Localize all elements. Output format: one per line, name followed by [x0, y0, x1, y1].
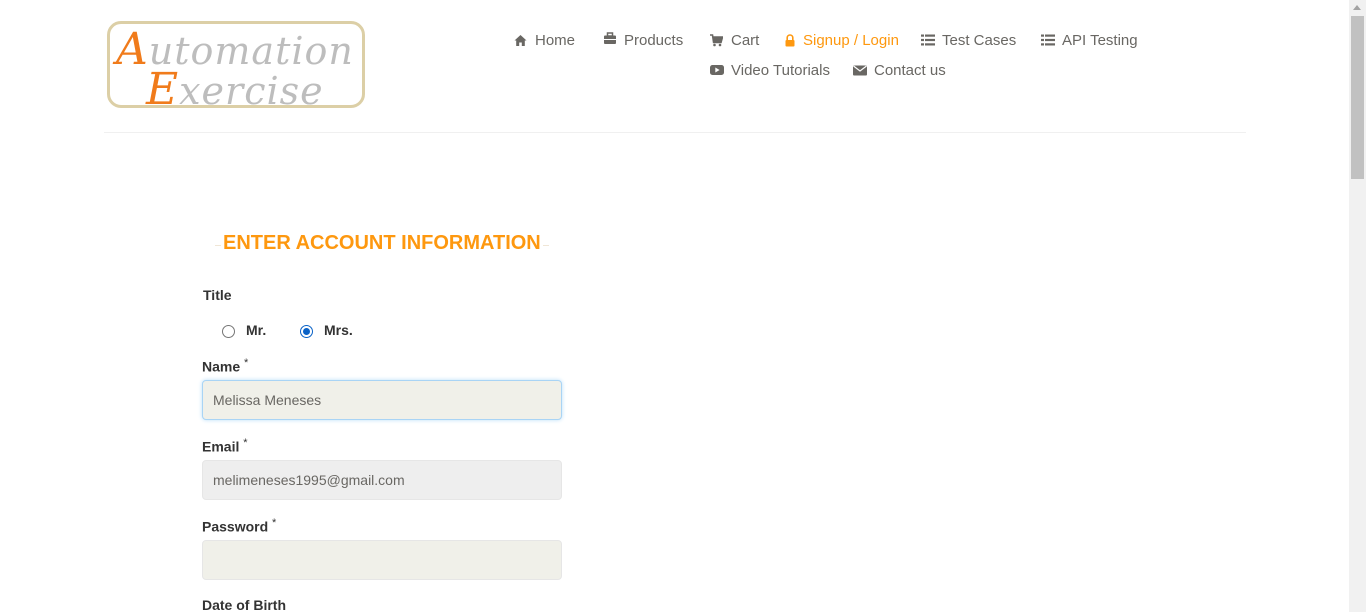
youtube-play-icon: [710, 64, 724, 77]
cart-icon: [710, 34, 723, 47]
required-mark: *: [244, 357, 249, 369]
email-input[interactable]: [202, 460, 562, 500]
briefcase-icon: [603, 32, 616, 45]
required-mark: *: [243, 437, 248, 449]
nav-video-tutorials[interactable]: Video Tutorials: [710, 62, 830, 79]
nav-cart[interactable]: Cart: [710, 32, 759, 49]
title-mr-label[interactable]: Mr.: [246, 322, 266, 338]
nav-products[interactable]: Products: [603, 32, 683, 49]
date-of-birth-label: Date of Birth: [202, 597, 286, 613]
required-mark: *: [272, 517, 277, 529]
nav-video-tutorials-label: Video Tutorials: [731, 62, 830, 79]
logo-text-line2: Exercise: [146, 64, 324, 108]
title-mr-radio[interactable]: [222, 325, 235, 338]
nav-api-testing-label: API Testing: [1062, 32, 1138, 49]
list-icon: [1041, 34, 1055, 47]
nav-contact-us-label: Contact us: [874, 62, 946, 79]
site-logo[interactable]: Automation Exercise: [107, 21, 365, 108]
nav-test-cases[interactable]: Test Cases: [921, 32, 1016, 49]
page-scrollbar[interactable]: [1349, 0, 1366, 612]
email-label: Email *: [202, 437, 248, 455]
nav-products-label: Products: [624, 32, 684, 49]
heading-rule-left: [215, 245, 221, 246]
title-label: Title: [203, 287, 232, 303]
envelope-icon: [853, 64, 867, 77]
nav-contact-us[interactable]: Contact us: [853, 62, 946, 79]
nav-home-label: Home: [535, 32, 576, 49]
nav-cart-label: Cart: [731, 32, 760, 49]
password-label: Password *: [202, 517, 277, 535]
name-input[interactable]: [202, 380, 562, 420]
page-title: ENTER ACCOUNT INFORMATION: [223, 232, 541, 254]
nav-signup-login-label: Signup / Login: [803, 32, 899, 49]
nav-api-testing[interactable]: API Testing: [1041, 32, 1138, 49]
title-mrs-label[interactable]: Mrs.: [324, 322, 353, 338]
scroll-up-arrow-icon[interactable]: [1353, 5, 1361, 10]
password-input[interactable]: [202, 540, 562, 580]
header-divider: [104, 132, 1246, 133]
title-mrs-radio[interactable]: [300, 325, 313, 338]
scrollbar-thumb[interactable]: [1351, 16, 1364, 179]
nav-test-cases-label: Test Cases: [942, 32, 1017, 49]
heading-rule-right: [543, 245, 549, 246]
list-icon: [921, 34, 935, 47]
lock-icon: [785, 34, 795, 47]
nav-signup-login[interactable]: Signup / Login: [785, 32, 899, 49]
nav-home[interactable]: Home: [514, 32, 575, 49]
home-icon: [514, 34, 527, 47]
name-label: Name *: [202, 357, 249, 375]
